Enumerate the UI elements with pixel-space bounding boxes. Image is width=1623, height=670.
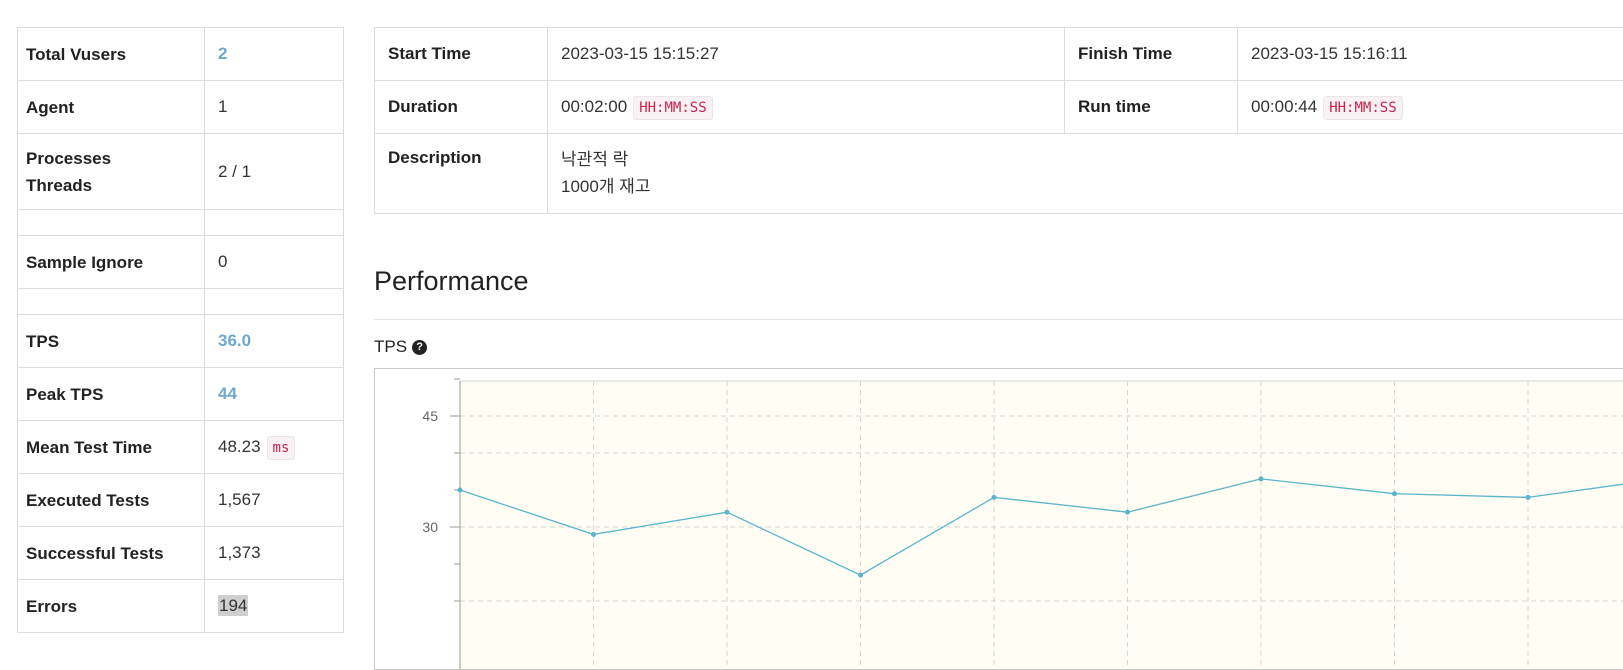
tps-chart: 30 45 xyxy=(374,368,1623,670)
question-circle-icon[interactable]: ? xyxy=(412,340,427,355)
plot-background xyxy=(460,381,1623,669)
tps-data-point xyxy=(1392,491,1397,496)
errors-value[interactable]: 194 xyxy=(218,595,248,616)
tps-data-point xyxy=(992,495,997,500)
executed-tests-label: Executed Tests xyxy=(18,474,205,527)
processes-label: Processes xyxy=(26,145,196,172)
mean-test-time-label: Mean Test Time xyxy=(18,421,205,474)
processes-threads-label: Processes Threads xyxy=(18,134,205,210)
tps-data-point xyxy=(1259,476,1264,481)
performance-heading: Performance xyxy=(374,266,529,297)
processes-threads-value: 2 / 1 xyxy=(205,134,344,210)
y-tick-label: 30 xyxy=(422,519,438,535)
start-time-label: Start Time xyxy=(375,28,548,81)
duration-unit-badge: HH:MM:SS xyxy=(633,96,712,120)
sample-ignore-label: Sample Ignore xyxy=(18,236,205,289)
mean-test-time-value: 48.23 xyxy=(218,437,261,456)
agent-label: Agent xyxy=(18,81,205,134)
threads-label: Threads xyxy=(26,172,196,199)
total-vusers-label: Total Vusers xyxy=(18,28,205,81)
divider xyxy=(374,319,1623,320)
peak-tps-value: 44 xyxy=(218,384,237,403)
agent-value: 1 xyxy=(205,81,344,134)
description-label: Description xyxy=(375,134,548,214)
tps-data-point xyxy=(725,510,730,515)
tps-data-point xyxy=(858,573,863,578)
successful-tests-label: Successful Tests xyxy=(18,527,205,580)
run-time-value: 00:00:44 xyxy=(1251,97,1317,116)
duration-label: Duration xyxy=(375,81,548,134)
description-value: 낙관적 락 1000개 재고 xyxy=(548,134,1623,214)
description-line: 낙관적 락 xyxy=(561,146,1623,173)
tps-data-point xyxy=(1526,495,1531,500)
summary-table: Total Vusers 2 Agent 1 Processes Threads… xyxy=(17,27,344,633)
errors-label: Errors xyxy=(18,580,205,633)
run-time-label: Run time xyxy=(1065,81,1238,134)
sample-ignore-value: 0 xyxy=(205,236,344,289)
tps-data-point xyxy=(458,488,463,493)
peak-tps-label: Peak TPS xyxy=(18,368,205,421)
run-time-unit-badge: HH:MM:SS xyxy=(1323,96,1402,120)
description-line: 1000개 재고 xyxy=(561,173,1623,200)
tps-value: 36.0 xyxy=(218,331,251,350)
ms-unit-badge: ms xyxy=(267,436,296,460)
tps-chart-title: TPS xyxy=(374,337,407,357)
tps-data-point xyxy=(1125,510,1130,515)
executed-tests-value: 1,567 xyxy=(205,474,344,527)
successful-tests-value: 1,373 xyxy=(205,527,344,580)
tps-label: TPS xyxy=(18,315,205,368)
spacer-row xyxy=(18,210,205,236)
duration-value: 00:02:00 xyxy=(561,97,627,116)
test-info-table: Start Time 2023-03-15 15:15:27 Finish Ti… xyxy=(374,27,1623,214)
y-tick-label: 45 xyxy=(422,408,438,424)
total-vusers-value: 2 xyxy=(218,44,227,63)
tps-chart-svg: 30 45 xyxy=(375,369,1623,669)
spacer-row xyxy=(18,289,205,315)
tps-data-point xyxy=(591,532,596,537)
tps-chart-label: TPS ? xyxy=(374,337,427,357)
finish-time-label: Finish Time xyxy=(1065,28,1238,81)
finish-time-value: 2023-03-15 15:16:11 xyxy=(1238,28,1623,81)
start-time-value: 2023-03-15 15:15:27 xyxy=(548,28,1065,81)
